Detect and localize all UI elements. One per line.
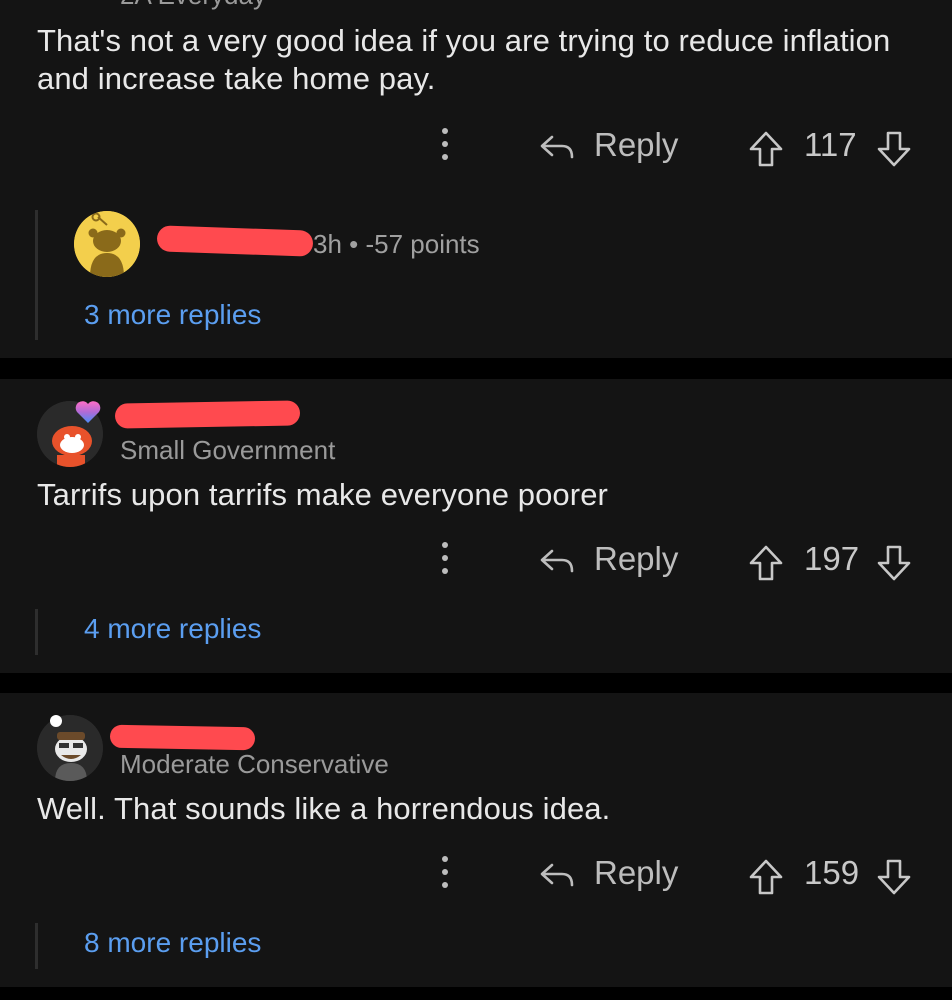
more-options-icon[interactable] [440, 542, 450, 582]
antenna-icon [50, 715, 62, 727]
reply-icon[interactable] [538, 545, 576, 577]
downvote-icon[interactable] [876, 130, 912, 168]
comment-card: Moderate Conservative Well. That sounds … [0, 693, 952, 987]
thread-line[interactable] [35, 609, 38, 655]
reply-button[interactable]: Reply [594, 126, 678, 164]
reply-icon[interactable] [538, 859, 576, 891]
comment-actions: Reply 117 [0, 124, 952, 174]
upvote-icon[interactable] [748, 544, 784, 582]
redacted-username [156, 225, 314, 257]
avatar[interactable] [74, 211, 140, 277]
user-flair: Moderate Conservative [120, 749, 389, 779]
comment-actions: Reply 197 [0, 538, 952, 588]
avatar[interactable] [37, 715, 103, 781]
heart-icon [75, 401, 101, 423]
vote-score: 197 [804, 540, 860, 577]
comment-body: Well. That sounds like a horrendous idea… [37, 791, 611, 826]
more-replies-link[interactable]: 4 more replies [84, 613, 261, 645]
downvote-icon[interactable] [876, 544, 912, 582]
user-flair: Small Government [120, 435, 336, 465]
reply-button[interactable]: Reply [594, 854, 678, 892]
reply-icon[interactable] [538, 131, 576, 163]
redacted-username [109, 724, 256, 751]
thread-line[interactable] [35, 923, 38, 969]
comment-card: Small Government Tarrifs upon tarrifs ma… [0, 379, 952, 673]
thread-line[interactable] [35, 210, 38, 340]
vote-score: 159 [804, 854, 860, 891]
avatar[interactable] [52, 0, 92, 10]
more-options-icon[interactable] [440, 128, 450, 168]
vote-score: 117 [804, 126, 857, 163]
user-flair: 2A Everyday [120, 0, 266, 9]
comment-actions: Reply 159 [0, 852, 952, 902]
more-options-icon[interactable] [440, 856, 450, 896]
reply-button[interactable]: Reply [594, 540, 678, 578]
comment-card: 2A Everyday That's not a very good idea … [0, 0, 952, 358]
more-replies-link[interactable]: 3 more replies [84, 299, 261, 331]
comment-body: Tarrifs upon tarrifs make everyone poore… [37, 477, 608, 512]
upvote-icon[interactable] [748, 858, 784, 896]
comment-meta: 3h • -57 points [313, 229, 480, 259]
downvote-icon[interactable] [876, 858, 912, 896]
upvote-icon[interactable] [748, 130, 784, 168]
comment-body: That's not a very good idea if you are t… [37, 23, 891, 96]
more-replies-link[interactable]: 8 more replies [84, 927, 261, 959]
redacted-username [114, 400, 301, 429]
